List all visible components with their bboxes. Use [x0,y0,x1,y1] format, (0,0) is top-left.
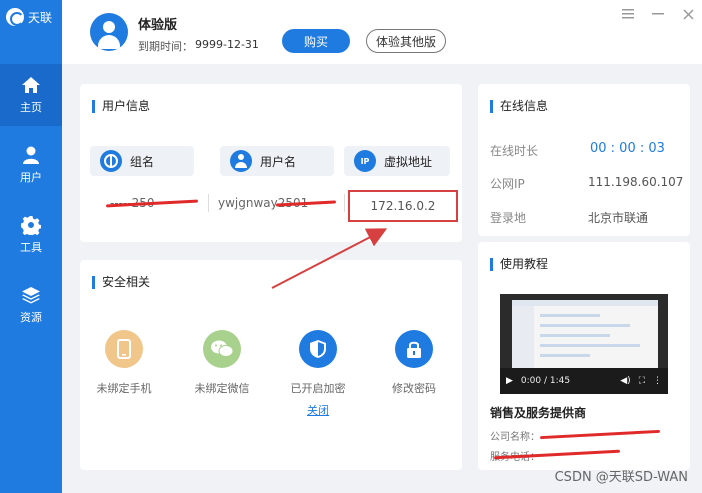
annotation-arrow [271,228,388,289]
watermark: CSDN @天联SD-WAN [554,470,688,485]
